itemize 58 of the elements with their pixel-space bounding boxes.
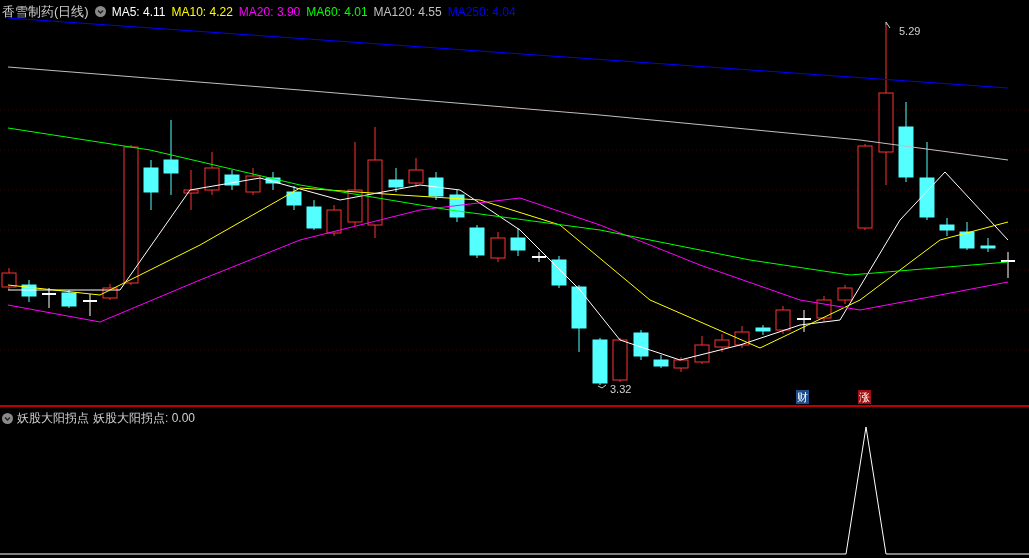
- ma-legend-label: MA5: 4.11: [111, 3, 166, 21]
- collapse-icon[interactable]: [94, 6, 106, 18]
- candlestick: [816, 295, 832, 323]
- event-badge[interactable]: 涨: [858, 390, 871, 404]
- candlestick: [1000, 251, 1016, 279]
- candlestick: [980, 237, 996, 253]
- low-price-label: 3.32: [610, 382, 632, 397]
- ma-legend-label: MA10: 4.22: [171, 3, 233, 21]
- candlestick: [510, 227, 526, 257]
- candlestick: [796, 309, 812, 333]
- candlestick: [61, 289, 77, 309]
- candlestick: [102, 283, 118, 301]
- ma-legend-label: MA20: 3.90: [238, 3, 301, 21]
- candlestick: [571, 284, 587, 353]
- high-price-label: 5.29: [899, 24, 921, 39]
- candlestick: [388, 167, 404, 193]
- leader-line: [885, 21, 891, 29]
- candlestick: [245, 167, 261, 196]
- candlestick: [204, 151, 220, 196]
- ma-legend-label: MA120: 4.55: [373, 3, 442, 21]
- candlestick: [449, 189, 465, 223]
- candlestick: [673, 356, 689, 373]
- chart-title: 香雪制药(日线): [2, 3, 89, 21]
- candlestick: [428, 171, 444, 201]
- candlestick: [306, 199, 322, 231]
- candlestick: [714, 333, 730, 353]
- candlestick: [469, 224, 485, 259]
- candlestick: [82, 293, 98, 317]
- ma-legend-label: MA250: 4.04: [447, 3, 516, 21]
- candlestick: [183, 169, 199, 211]
- candlestick: [326, 204, 342, 237]
- candlestick: [939, 217, 955, 237]
- candlestick: [551, 255, 567, 289]
- candlestick: [612, 337, 628, 383]
- candlestick: [653, 354, 669, 369]
- candlestick: [959, 221, 975, 251]
- indicator-reading: 妖股大阳拐点: 0.00: [93, 410, 196, 427]
- candlestick: [41, 287, 57, 309]
- candlestick: [837, 284, 853, 305]
- candlestick: [143, 159, 159, 211]
- candlestick: [694, 335, 710, 365]
- collapse-icon[interactable]: [2, 412, 13, 424]
- candlestick: [265, 171, 281, 191]
- leader-line: [597, 384, 607, 389]
- candlestick: [592, 337, 608, 386]
- indicator-name: 妖股大阳拐点: [17, 410, 89, 427]
- candlestick: [531, 251, 547, 263]
- candlestick: [490, 231, 506, 263]
- candlestick: [755, 324, 771, 336]
- candlestick: [775, 305, 791, 335]
- candlestick: [21, 279, 37, 303]
- candlestick: [408, 157, 424, 188]
- candlestick: [633, 329, 649, 361]
- candlestick: [224, 169, 240, 191]
- ma-legend-label: MA60: 4.01: [306, 3, 368, 21]
- candlestick: [286, 185, 302, 211]
- candlestick: [734, 325, 750, 349]
- event-badge[interactable]: 财: [796, 390, 809, 404]
